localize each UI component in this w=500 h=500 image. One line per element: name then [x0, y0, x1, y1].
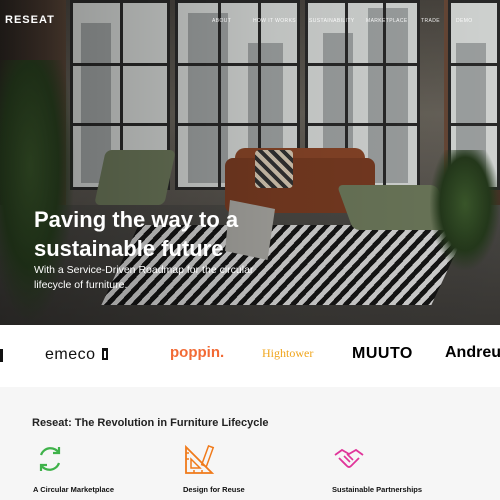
chair-icon: [101, 348, 108, 360]
handshake-icon: [334, 448, 364, 468]
nav-item-sustainability[interactable]: SUSTAINABILITY: [309, 18, 355, 24]
nav-item-demo[interactable]: DEMO: [456, 18, 473, 24]
hero-section: RESEAT ABOUT HOW IT WORKS SUSTAINABILITY…: [0, 0, 500, 325]
recycle-arrows-icon: [39, 447, 61, 471]
hero-title: Paving the way to a sustainable future: [34, 207, 239, 261]
emeco-logo: emeco: [45, 346, 108, 364]
partial-brand-logo: [0, 349, 3, 362]
hero-subtitle: With a Service-Driven Roadmap for the ci…: [34, 264, 254, 291]
feature-design-for-reuse: Design for Reuse: [183, 442, 245, 494]
feature-label: A Circular Marketplace: [33, 485, 115, 494]
poppin-logo: poppin.: [170, 344, 225, 361]
feature-label: Sustainable Partnerships: [332, 485, 423, 494]
feature-label: Design for Reuse: [183, 485, 245, 494]
top-nav: RESEAT ABOUT HOW IT WORKS SUSTAINABILITY…: [0, 0, 500, 40]
muuto-logo: MUUTO: [352, 345, 413, 362]
andreu-logo: Andreu: [445, 344, 500, 361]
nav-item-about[interactable]: ABOUT: [212, 18, 231, 24]
feature-sustainable-partnerships: Sustainable Partnerships: [332, 442, 422, 494]
nav-item-trade[interactable]: TRADE: [421, 18, 440, 24]
nav-item-marketplace[interactable]: MARKETPLACE: [366, 18, 408, 24]
site-logo[interactable]: RESEAT: [5, 14, 55, 26]
feature-circular-marketplace: A Circular Marketplace: [33, 442, 114, 494]
hightower-logo: Hightower: [262, 346, 314, 360]
ruler-pencil-icon: [185, 444, 215, 474]
brand-logo-strip: emeco poppin. Hightower MUUTO Andreu: [0, 325, 500, 387]
revolution-section: Reseat: The Revolution in Furniture Life…: [0, 387, 500, 500]
nav-item-how-it-works[interactable]: HOW IT WORKS: [253, 18, 296, 24]
section-title: Reseat: The Revolution in Furniture Life…: [32, 417, 269, 429]
